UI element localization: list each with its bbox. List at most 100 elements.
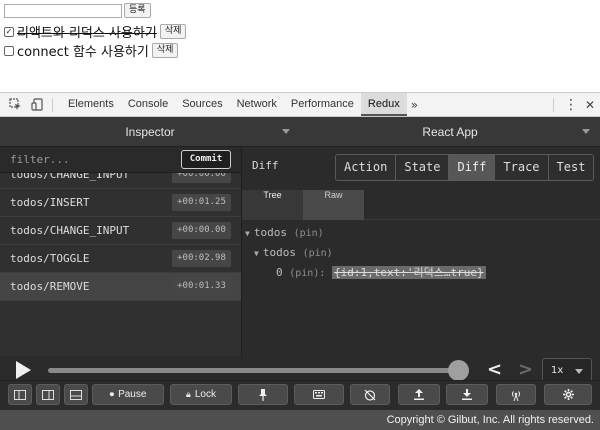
tab-state[interactable]: State [396,155,450,180]
layout-right-button[interactable] [36,384,60,405]
upload-icon [414,389,424,400]
step-forward-icon[interactable]: > [518,360,533,380]
tab-performance[interactable]: Performance [284,93,361,116]
tab-redux[interactable]: Redux [360,93,407,116]
todo-item: connect 함수 사용하기 삭제 [4,41,179,60]
instance-select[interactable]: React App [300,117,600,147]
divider [553,97,554,112]
layout-bottom-icon [70,389,82,400]
persist-button[interactable] [238,384,288,405]
copyright-footer: Copyright © Gilbut, Inc. All rights rese… [0,410,600,430]
redux-devtools-panel: Inspector React App todos/CHANGE_INPUT +… [0,117,600,410]
tree-key: todos [262,246,296,259]
todo-checkbox[interactable] [4,45,14,56]
chevron-down-icon [282,129,290,134]
step-back-icon[interactable]: < [487,360,502,380]
tree-pin[interactable]: (pin) [303,248,333,259]
inspector-title: Diff [252,159,279,172]
tab-test[interactable]: Test [548,155,594,180]
todo-checkbox[interactable]: ✓ [4,26,14,37]
download-icon [462,389,472,400]
export-button[interactable] [398,384,440,405]
play-icon[interactable] [16,361,31,379]
inspect-element-icon[interactable] [8,98,22,112]
chevron-down-icon [582,129,590,134]
tab-trace[interactable]: Trace [495,155,549,180]
action-row[interactable]: todos/INSERT +00:01.25 [0,189,241,217]
commit-button[interactable]: Commit [181,150,231,169]
tree-key: 0 [276,266,283,279]
tree-pin[interactable]: (pin): [289,268,325,279]
instance-label: React App [422,125,478,139]
monitor-select[interactable]: Inspector [0,117,300,147]
bottom-toolbar: ⏺ Pause 🔒︎ Lock [0,380,600,410]
action-row[interactable]: todos/TOGGLE +00:02.98 [0,245,241,273]
delete-button[interactable]: 삭제 [159,24,187,39]
panel-header: Inspector React App [0,117,600,147]
action-list-pane: todos/CHANGE_INPUT +00:00.00 todos/INSER… [0,147,242,356]
divider [52,97,53,112]
more-tabs-button[interactable]: » [411,98,418,112]
lock-button[interactable]: 🔒︎ Lock [170,384,232,405]
lock-icon: 🔒︎ [186,389,191,399]
action-row[interactable]: todos/CHANGE_INPUT +00:00.00 [0,217,241,245]
timeline-slider-handle[interactable] [448,360,469,381]
inspector-pane: Diff Action State Diff Trace Test Tree R… [242,147,600,356]
close-icon[interactable]: ✕ [580,98,600,112]
tab-raw[interactable]: Raw [303,190,364,220]
devtools-tab-bar: Elements Console Sources Network Perform… [0,92,600,117]
tree-node[interactable]: 0 (pin): {id:1,text:'리덕스…true} [276,264,486,280]
add-button[interactable]: 등록 [124,3,151,18]
todo-item: ✓ 리액트와 리덕스 사용하기 삭제 [4,22,187,41]
action-row-selected[interactable]: todos/REMOVE +00:01.33 [0,273,241,301]
gear-icon [562,389,574,400]
tab-sources[interactable]: Sources [175,93,229,116]
action-list: todos/CHANGE_INPUT +00:00.00 todos/INSER… [0,161,241,301]
tree-key: todos [253,226,287,239]
action-time-badge: +00:01.25 [172,194,231,211]
action-name: todos/INSERT [10,196,90,209]
action-time-badge: +00:02.98 [172,250,231,267]
dispatcher-button[interactable] [294,384,344,405]
tab-tree[interactable]: Tree [242,190,303,220]
tab-elements[interactable]: Elements [61,93,121,116]
device-toolbar-icon[interactable] [30,98,44,112]
pause-button[interactable]: ⏺ Pause [92,384,164,405]
filter-bar: filter... Commit [0,147,241,173]
lock-label: Lock [194,389,216,400]
tab-diff[interactable]: Diff [449,155,496,180]
action-name: todos/TOGGLE [10,252,90,265]
removed-value: {id:1,text:'리덕스…true} [332,266,486,279]
todo-input[interactable] [4,4,122,18]
tab-action[interactable]: Action [336,155,397,180]
caret-down-icon: ▼ [254,249,259,258]
chevron-down-icon [575,369,583,374]
view-tabs: Tree Raw [242,190,600,220]
kebab-menu-icon[interactable]: ⋮ [562,97,580,113]
remote-button[interactable] [496,384,536,405]
speed-value: 1x [551,365,564,376]
monitor-label: Inspector [125,125,175,139]
layout-left-button[interactable] [8,384,32,405]
tree-pin[interactable]: (pin) [294,228,324,239]
tab-network[interactable]: Network [230,93,284,116]
pause-circle-icon: ⏺ [109,389,115,399]
settings-button[interactable] [544,384,592,405]
filter-input[interactable]: filter... [10,153,70,166]
app-area: 등록 ✓ 리액트와 리덕스 사용하기 삭제 connect 함수 사용하기 삭제 [0,0,600,92]
timer-off-icon [364,389,376,401]
slider-toggle-button[interactable] [350,384,390,405]
import-button[interactable] [446,384,488,405]
broadcast-icon [511,390,521,401]
tree-node[interactable]: ▼ todos (pin) [245,226,324,239]
layout-bottom-button[interactable] [64,384,88,405]
keyboard-icon [313,390,325,399]
delete-button[interactable]: 삭제 [151,43,179,58]
layout-right-icon [42,389,54,400]
tree-node[interactable]: ▼ todos (pin) [254,246,333,259]
timeline-slider-track[interactable] [48,368,458,373]
action-name: todos/CHANGE_INPUT [10,224,130,237]
caret-down-icon: ▼ [245,229,250,238]
tab-console[interactable]: Console [121,93,175,116]
pause-label: Pause [118,389,147,400]
